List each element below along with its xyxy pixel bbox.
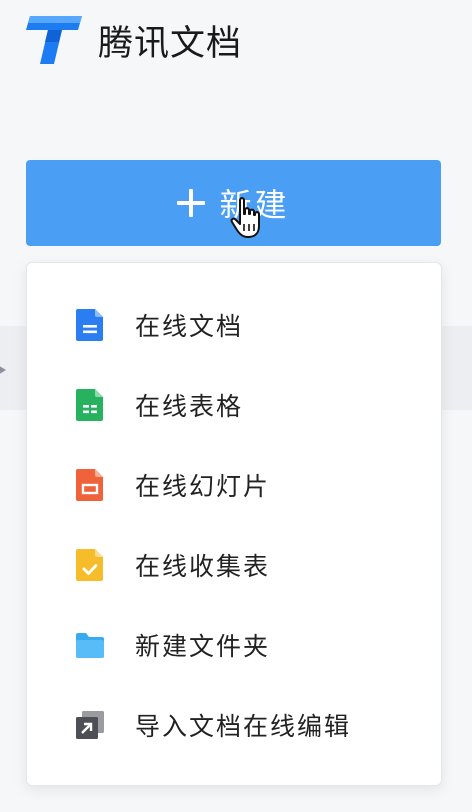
- menu-item-import-doc[interactable]: 导入文档在线编辑: [27, 685, 441, 765]
- doc-icon: [76, 309, 103, 341]
- folder-icon: [76, 633, 104, 658]
- sidebar: 腾讯文档 新建 在线文档 在线表格 在线幻灯片 在线收集表 新建文件夹 导入文档…: [0, 0, 472, 812]
- form-icon: [76, 549, 103, 581]
- app-name: 腾讯文档: [98, 23, 243, 64]
- slide-icon: [76, 469, 103, 501]
- hand-pointer-icon: [230, 197, 260, 238]
- sheet-icon: [76, 389, 103, 421]
- menu-item-label: 在线文档: [135, 312, 244, 341]
- menu-item-label: 在线表格: [135, 392, 244, 421]
- app-logo[interactable]: 腾讯文档: [26, 12, 242, 68]
- plus-icon: [177, 189, 206, 217]
- menu-item-label: 导入文档在线编辑: [135, 712, 352, 741]
- import-icon: [76, 711, 104, 739]
- tencent-docs-logo-icon: [26, 16, 82, 64]
- menu-item-online-slides[interactable]: 在线幻灯片: [27, 445, 441, 525]
- menu-item-label: 在线收集表: [135, 552, 271, 581]
- menu-item-label: 新建文件夹: [135, 632, 271, 661]
- new-dropdown-menu: 在线文档 在线表格 在线幻灯片 在线收集表 新建文件夹 导入文档在线编辑: [26, 262, 442, 786]
- menu-item-new-folder[interactable]: 新建文件夹: [27, 605, 441, 685]
- menu-item-online-sheet[interactable]: 在线表格: [27, 365, 441, 445]
- menu-item-online-form[interactable]: 在线收集表: [27, 525, 441, 605]
- menu-item-online-doc[interactable]: 在线文档: [27, 285, 441, 365]
- menu-item-label: 在线幻灯片: [135, 472, 271, 501]
- caret-right-icon: [0, 364, 6, 376]
